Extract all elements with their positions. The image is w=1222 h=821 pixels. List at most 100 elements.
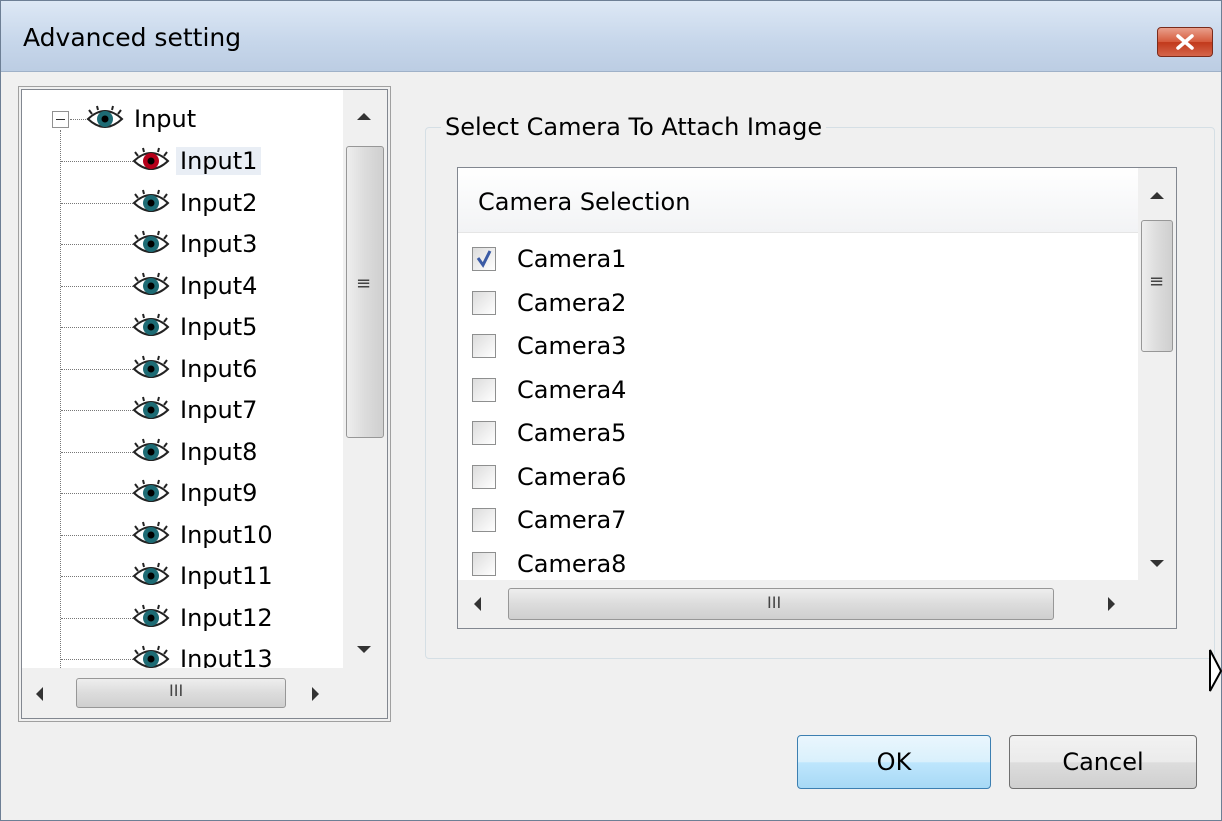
tree-item[interactable]: Input6 xyxy=(132,348,261,390)
tree-item[interactable]: Input7 xyxy=(132,389,261,431)
advanced-setting-dialog: Advanced setting Input Input1 Input2 Input… xyxy=(0,0,1222,821)
eye-icon xyxy=(86,105,124,133)
tree-item[interactable]: Input13 xyxy=(132,638,277,668)
camera-label: Camera4 xyxy=(517,375,627,404)
tree-hscroll-thumb[interactable]: III xyxy=(76,678,286,708)
camera-label: Camera7 xyxy=(517,506,627,534)
cancel-button[interactable]: Cancel xyxy=(1009,735,1197,789)
grip-icon: ≡ xyxy=(356,273,372,294)
eye-icon xyxy=(132,479,170,507)
camera-label: Camera8 xyxy=(517,549,627,578)
camera-list-item[interactable]: Camera8 xyxy=(472,542,626,586)
tree-item-label: Input2 xyxy=(180,188,258,217)
tree-item-label: Input9 xyxy=(180,479,258,507)
scroll-down-arrow-icon[interactable] xyxy=(357,646,371,653)
eye-icon xyxy=(132,396,170,424)
tree-item-label: Input12 xyxy=(180,603,273,632)
eye-icon xyxy=(132,355,170,383)
camera-checkbox[interactable] xyxy=(472,290,496,315)
eye-icon xyxy=(132,438,170,466)
scroll-down-arrow-icon[interactable] xyxy=(1150,560,1164,567)
tree-content: Input Input1 Input2 Input3 Input4 Input5 Inpu… xyxy=(22,90,340,668)
tree-item[interactable]: Input1 xyxy=(132,140,262,182)
tree-root-label: Input xyxy=(134,105,197,133)
ok-button[interactable]: OK xyxy=(797,735,991,789)
camera-checkbox[interactable] xyxy=(472,377,496,402)
camera-vertical-scrollbar[interactable]: ≡ xyxy=(1138,168,1176,580)
close-icon xyxy=(1176,34,1194,50)
tree-connector xyxy=(61,161,133,162)
tree-horizontal-scrollbar[interactable]: III xyxy=(22,668,343,718)
tree-connector xyxy=(61,493,133,494)
tree-connector xyxy=(61,659,133,660)
camera-checkbox[interactable] xyxy=(472,551,496,576)
camera-list-item[interactable]: Camera7 xyxy=(472,498,626,542)
check-icon xyxy=(476,250,492,268)
tree-root-input[interactable]: Input xyxy=(86,98,200,140)
scroll-up-arrow-icon[interactable] xyxy=(1150,192,1164,199)
tree-connector xyxy=(61,327,133,328)
camera-checkbox[interactable] xyxy=(472,247,496,271)
eye-icon xyxy=(132,230,170,258)
grip-icon: III xyxy=(169,681,184,700)
camera-label: Camera6 xyxy=(517,462,627,491)
tree-item[interactable]: Input5 xyxy=(132,306,261,348)
tree-item[interactable]: Input9 xyxy=(132,472,261,514)
camera-hscroll-thumb[interactable]: III xyxy=(508,588,1054,620)
tree-connector xyxy=(61,617,133,619)
scroll-corner xyxy=(343,668,387,718)
scroll-right-arrow-icon[interactable] xyxy=(1108,597,1115,611)
eye-icon xyxy=(132,147,170,175)
camera-checkbox[interactable] xyxy=(472,421,496,445)
tree-item[interactable]: Input3 xyxy=(132,223,261,265)
close-button[interactable] xyxy=(1157,27,1213,57)
camera-label: Camera1 xyxy=(517,245,627,273)
collapse-icon[interactable] xyxy=(52,111,69,128)
camera-label: Camera3 xyxy=(517,332,627,360)
scroll-up-arrow-icon[interactable] xyxy=(357,113,371,120)
eye-icon xyxy=(132,189,170,217)
camera-list-item[interactable]: Camera4 xyxy=(472,368,626,412)
tree-item[interactable]: Input4 xyxy=(132,265,261,307)
input-tree[interactable]: Input Input1 Input2 Input3 Input4 Input5 Inpu… xyxy=(21,89,388,719)
tree-connector xyxy=(61,368,133,370)
camera-list-item[interactable]: Camera1 xyxy=(472,237,626,281)
camera-list-item[interactable]: Camera3 xyxy=(472,324,626,368)
camera-checkbox[interactable] xyxy=(472,464,496,489)
camera-label: Camera5 xyxy=(517,419,627,447)
eye-icon xyxy=(132,313,170,341)
grip-icon: III xyxy=(767,593,782,612)
list-header[interactable]: Camera Selection xyxy=(458,168,1138,233)
scroll-left-arrow-icon[interactable] xyxy=(474,597,481,611)
tree-item[interactable]: Input10 xyxy=(132,514,277,556)
column-header-camera-selection: Camera Selection xyxy=(478,188,691,216)
camera-horizontal-scrollbar[interactable]: III xyxy=(458,580,1138,628)
camera-list-item[interactable]: Camera5 xyxy=(472,411,626,455)
tree-item[interactable]: Input8 xyxy=(132,431,261,473)
tree-item-label: Input11 xyxy=(180,562,273,590)
camera-scroll-thumb[interactable]: ≡ xyxy=(1141,220,1173,352)
camera-checkbox[interactable] xyxy=(472,334,496,358)
title-bar[interactable]: Advanced setting xyxy=(1,1,1221,72)
camera-list[interactable]: Camera Selection Camera1 Camera2 Camera3 Ca… xyxy=(457,167,1177,629)
tree-item[interactable]: Input12 xyxy=(132,597,277,639)
tree-connector xyxy=(61,451,133,453)
camera-list-item[interactable]: Camera6 xyxy=(472,455,626,499)
scroll-right-arrow-icon[interactable] xyxy=(312,687,319,701)
camera-label: Camera2 xyxy=(517,288,627,317)
tree-connector xyxy=(61,285,133,287)
tree-item[interactable]: Input11 xyxy=(132,555,277,597)
tree-vertical-scrollbar[interactable]: ≡ xyxy=(343,90,387,668)
camera-list-item[interactable]: Camera2 xyxy=(472,281,626,325)
tree-branch-line xyxy=(60,130,61,668)
tree-item[interactable]: Input2 xyxy=(132,182,261,224)
eye-icon xyxy=(132,272,170,300)
tree-connector xyxy=(61,202,133,204)
camera-checkbox[interactable] xyxy=(472,508,496,532)
tree-connector xyxy=(61,534,133,536)
eye-icon xyxy=(132,562,170,590)
scroll-left-arrow-icon[interactable] xyxy=(36,687,43,701)
scroll-corner xyxy=(1138,580,1176,628)
tree-item-label: Input7 xyxy=(180,396,258,424)
tree-scroll-thumb[interactable]: ≡ xyxy=(346,146,384,438)
